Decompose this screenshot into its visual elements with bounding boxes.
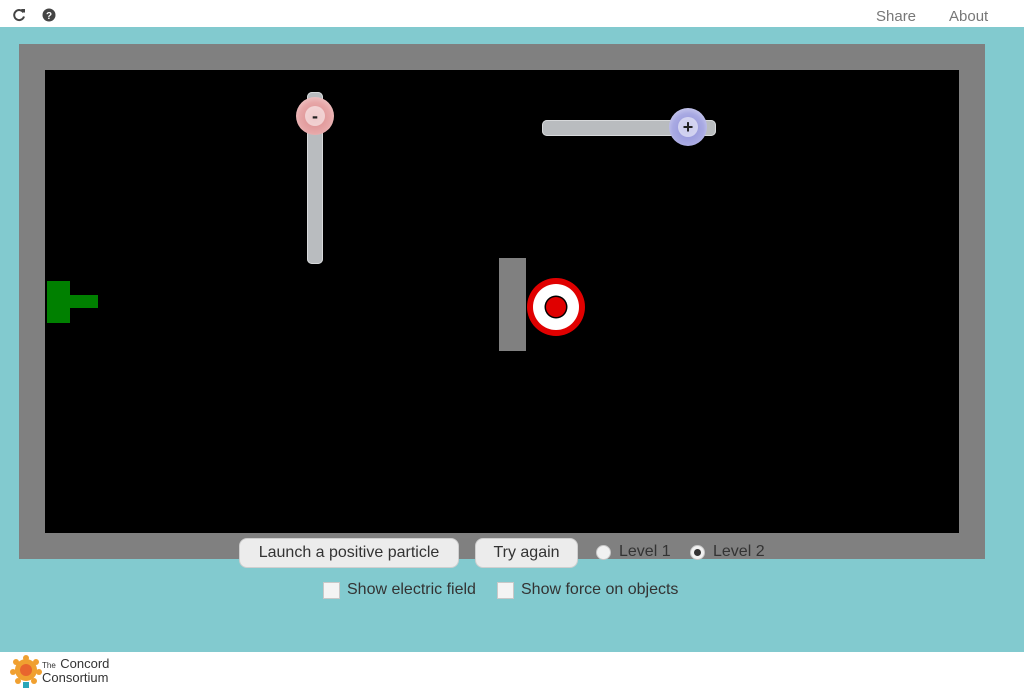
share-link[interactable]: Share xyxy=(876,8,916,25)
negative-charge-sign: - xyxy=(305,106,325,126)
barrier-wall xyxy=(499,258,526,351)
simulation-field: - + xyxy=(45,70,959,533)
footer: The Concord Consortium xyxy=(0,652,1024,695)
logo-consortium-text: Consortium xyxy=(42,670,109,685)
show-electric-field-label: Show electric field xyxy=(347,581,476,598)
help-icon[interactable]: ? xyxy=(41,7,57,23)
concord-logo-text[interactable]: The Concord Consortium xyxy=(42,656,110,685)
show-electric-field-checkbox[interactable] xyxy=(323,582,340,599)
logo-the-text: The xyxy=(42,661,56,670)
target-bullseye xyxy=(527,278,585,336)
show-force-checkbox[interactable] xyxy=(497,582,514,599)
negative-charge[interactable]: - xyxy=(296,97,334,135)
launch-particle-button[interactable]: Launch a positive particle xyxy=(239,538,459,568)
svg-text:?: ? xyxy=(46,11,52,22)
show-force-label: Show force on objects xyxy=(521,581,679,598)
positive-charge-sign: + xyxy=(678,117,698,137)
about-link[interactable]: About xyxy=(949,8,988,25)
positive-charge[interactable]: + xyxy=(669,108,707,146)
particle-launcher xyxy=(47,281,70,323)
level-1-label: Level 1 xyxy=(619,543,671,560)
level-1-radio[interactable] xyxy=(596,545,611,560)
concord-logo-icon[interactable] xyxy=(10,655,42,691)
level-2-label: Level 2 xyxy=(713,543,765,560)
top-bar: ? Share About xyxy=(0,0,1024,27)
launcher-barrel xyxy=(70,295,98,308)
simulation-frame: - + xyxy=(19,44,985,559)
try-again-button[interactable]: Try again xyxy=(475,538,578,568)
refresh-icon[interactable] xyxy=(11,7,27,23)
level-2-radio[interactable] xyxy=(690,545,705,560)
logo-concord-text: Concord xyxy=(60,656,110,671)
